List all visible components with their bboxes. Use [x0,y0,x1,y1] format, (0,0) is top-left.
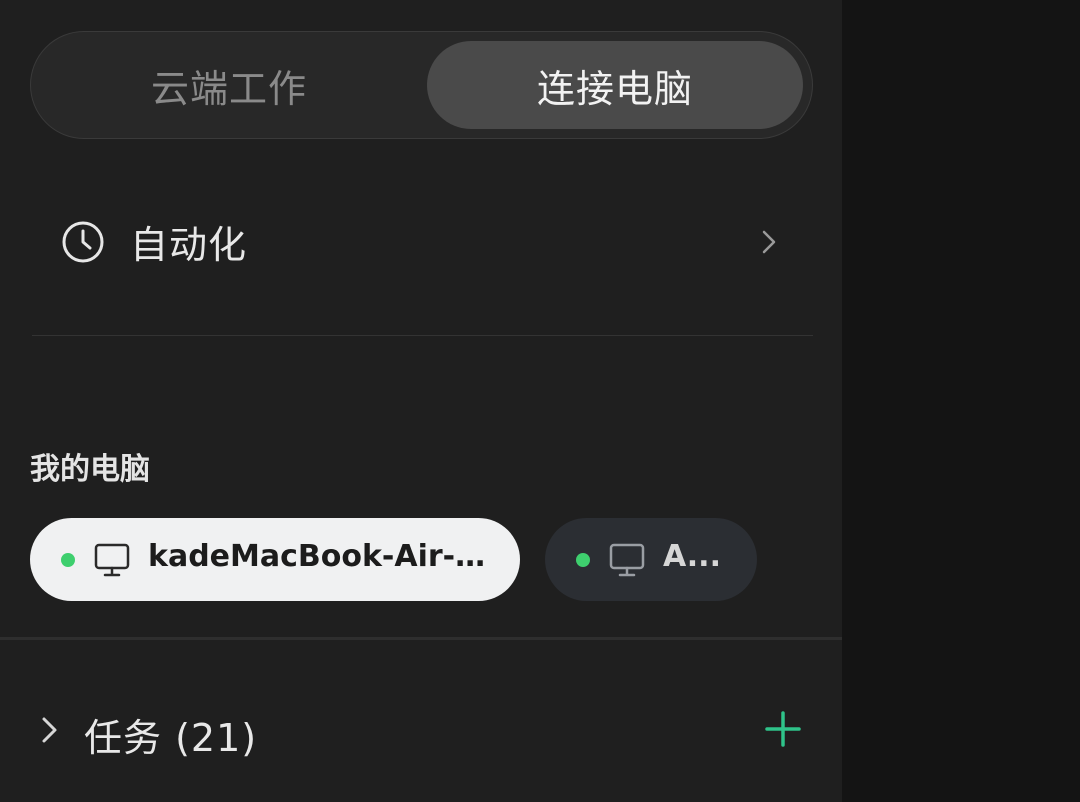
computer-chip-other[interactable]: A... [545,518,757,601]
tasks-section-label[interactable]: 任务 (21) [84,707,257,762]
automation-label: 自动化 [130,223,248,267]
monitor-icon [609,543,645,577]
sidebar-panel: 云端工作 连接电脑 自动化 我的电脑 kadeMacBook-Air-4... … [0,0,842,802]
computer-chip-macbook[interactable]: kadeMacBook-Air-4... [30,518,520,601]
monitor-icon [94,543,130,577]
plus-icon[interactable] [764,710,802,748]
content-area [842,0,1080,802]
chevron-right-icon [762,230,776,254]
divider [32,335,813,336]
clock-icon [62,221,104,263]
tab-connect-computer[interactable]: 连接电脑 [427,41,803,129]
computer-name: kadeMacBook-Air-4... [148,539,493,574]
tab-cloud-work[interactable]: 云端工作 [41,41,417,129]
my-computers-title: 我的电脑 [30,452,150,487]
section-divider [0,637,842,640]
online-status-dot [61,553,75,567]
chevron-right-icon[interactable] [40,715,60,745]
computer-name: A... [663,539,721,574]
online-status-dot [576,553,590,567]
mode-segmented-control: 云端工作 连接电脑 [30,31,813,139]
automation-row[interactable]: 自动化 [30,190,813,294]
